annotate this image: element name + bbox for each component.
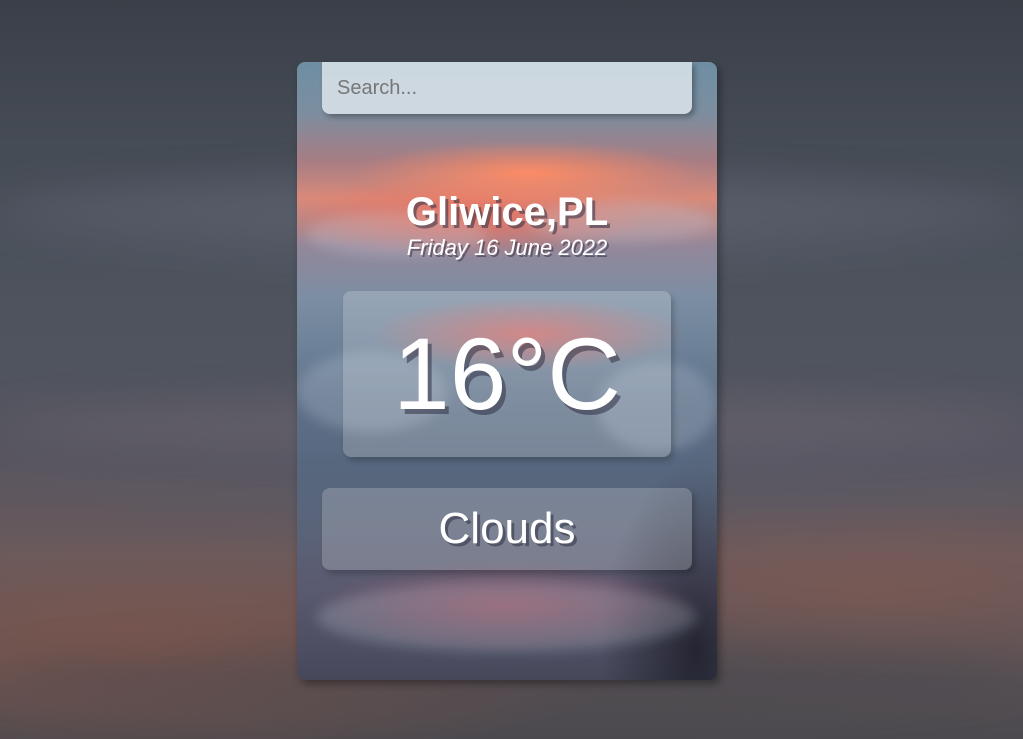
location-name: Gliwice,PL [405,190,609,234]
current-date: Friday 16 June 2022 [406,235,608,260]
weather-condition-panel: Clouds [322,488,692,570]
search-input[interactable] [322,62,692,114]
weather-card: Gliwice,PL Friday 16 June 2022 16°C Clou… [297,62,717,680]
weather-condition: Clouds [438,504,576,553]
cloud-texture [317,582,697,652]
temperature-panel: 16°C [343,291,671,457]
temperature-value: 16°C [393,317,621,431]
